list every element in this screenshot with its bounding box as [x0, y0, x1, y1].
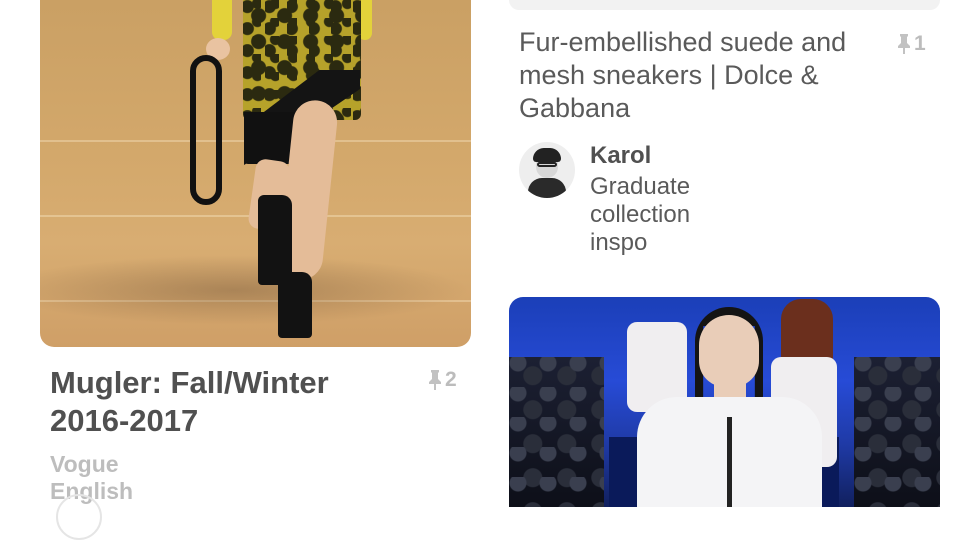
boot-right [278, 272, 312, 338]
pin-image-right-top[interactable] [509, 0, 940, 10]
pin-image-right-bottom[interactable] [509, 297, 940, 507]
repin-count: 1 [897, 32, 926, 56]
repin-count: 2 [428, 368, 457, 392]
board-name[interactable]: Graduate collection inspo [590, 173, 690, 257]
avatar-glasses [537, 162, 557, 167]
audience [854, 357, 940, 507]
repin-count-value: 2 [445, 368, 457, 391]
avatar[interactable] [56, 494, 102, 540]
sleeve-left [212, 0, 232, 40]
pinner-avatar[interactable] [519, 142, 575, 198]
pin-icon [429, 370, 441, 390]
pin-icon [898, 34, 910, 54]
floor-shadow [40, 255, 471, 325]
pinner-name[interactable]: Karol [590, 142, 651, 170]
handbag [190, 55, 222, 205]
audience [509, 357, 604, 507]
pin-image-left[interactable] [40, 0, 471, 347]
pin-title[interactable]: Mugler: Fall/Winter 2016-2017 [50, 364, 390, 440]
avatar-hair [533, 148, 561, 162]
avatar-body [528, 178, 566, 198]
zipper [727, 417, 732, 507]
repin-count-value: 1 [914, 32, 926, 55]
pin-title[interactable]: Fur-embellished suede and mesh sneakers … [519, 26, 889, 125]
